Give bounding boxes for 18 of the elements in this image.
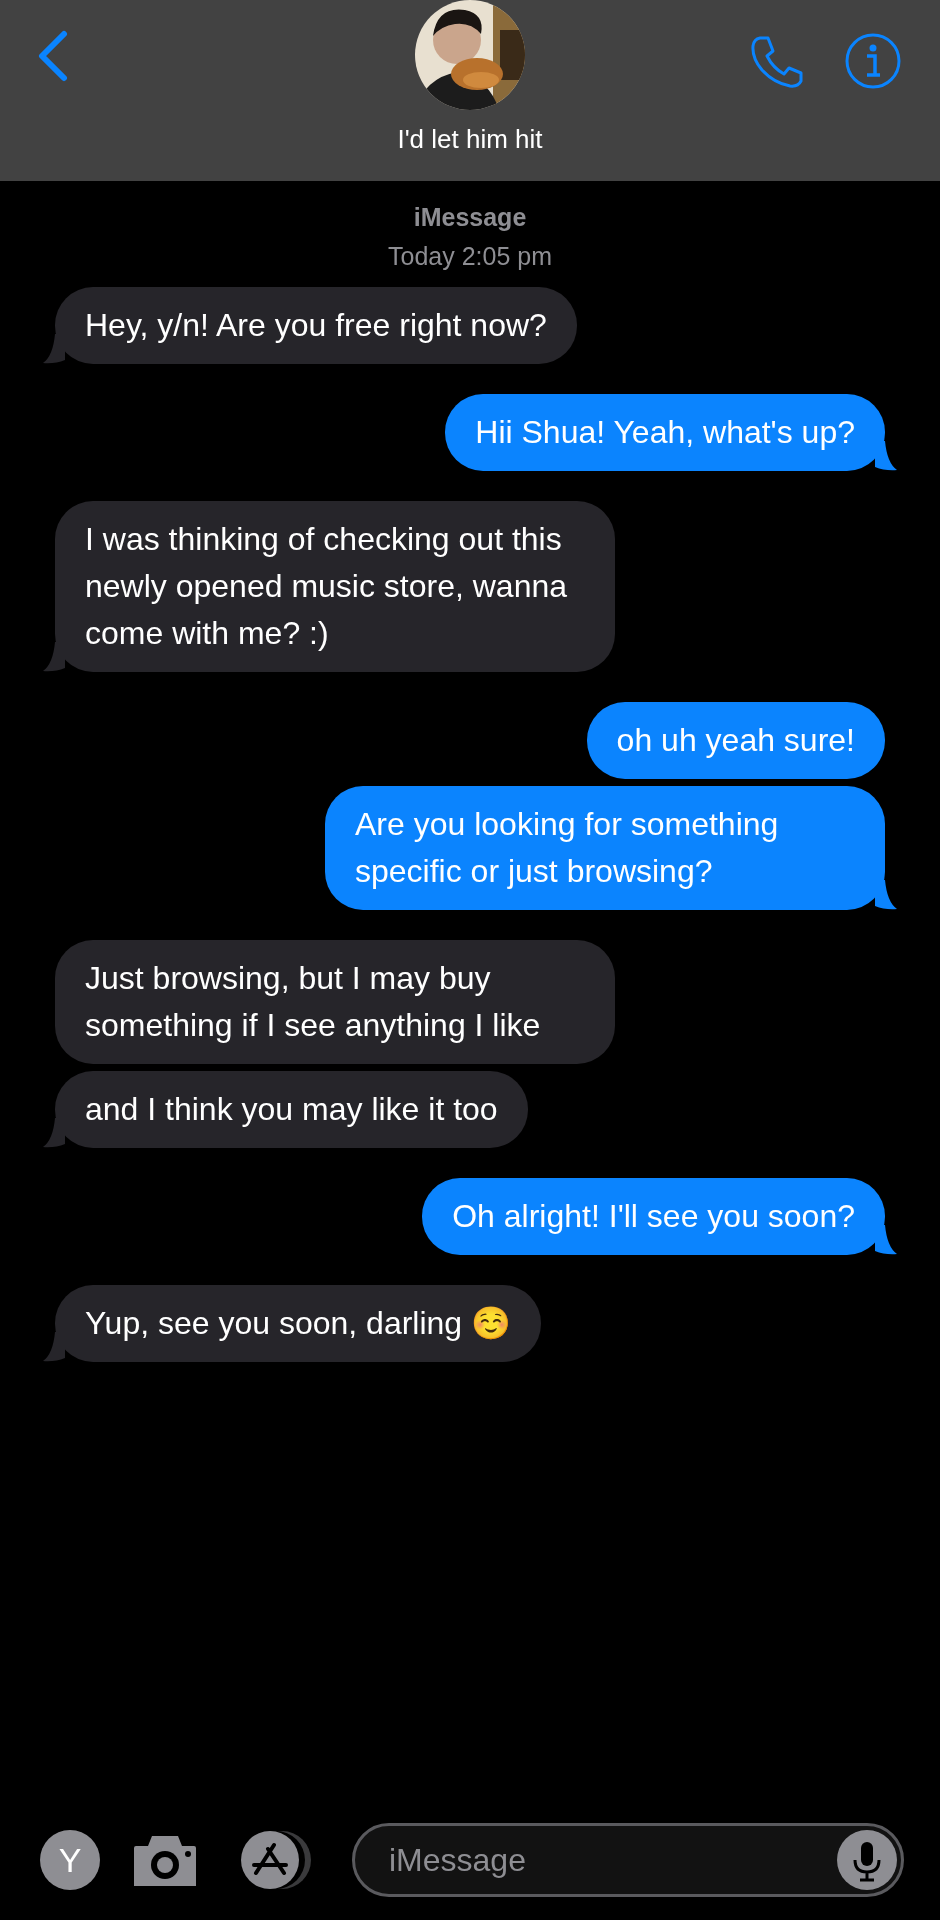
message-bubble: Are you looking for something specific or just browsing? xyxy=(325,786,885,910)
message-bubble: Hey, y/n! Are you free right now? xyxy=(55,287,577,364)
avatar-initial[interactable]: Y xyxy=(40,1830,100,1890)
phone-icon[interactable] xyxy=(748,34,806,90)
message-bubble: oh uh yeah sure! xyxy=(586,702,885,779)
service-label: iMessage xyxy=(413,203,527,232)
message-bubble: Oh alright! I'll see you soon? xyxy=(422,1178,885,1255)
timestamp: Today 2:05 pm xyxy=(388,242,552,271)
message-bubble: I was thinking of checking out this newly opened music store, wanna come with me? :) xyxy=(55,501,615,672)
info-icon[interactable] xyxy=(844,32,902,90)
message-bubble: and I think you may like it too xyxy=(55,1071,528,1148)
message-field[interactable]: iMessage xyxy=(352,1823,904,1897)
message-bubble: Yup, see you soon, darling ☺ xyxy=(55,1285,542,1362)
microphone-icon[interactable] xyxy=(837,1830,897,1890)
contact-name: I'd let him hit xyxy=(397,124,543,154)
message-bubble: Just browsing, but I may buy something if I see anything I like xyxy=(55,940,615,1064)
back-icon[interactable] xyxy=(36,30,70,82)
message-bubble: Hii Shua! Yeah, what's up? xyxy=(445,394,885,471)
